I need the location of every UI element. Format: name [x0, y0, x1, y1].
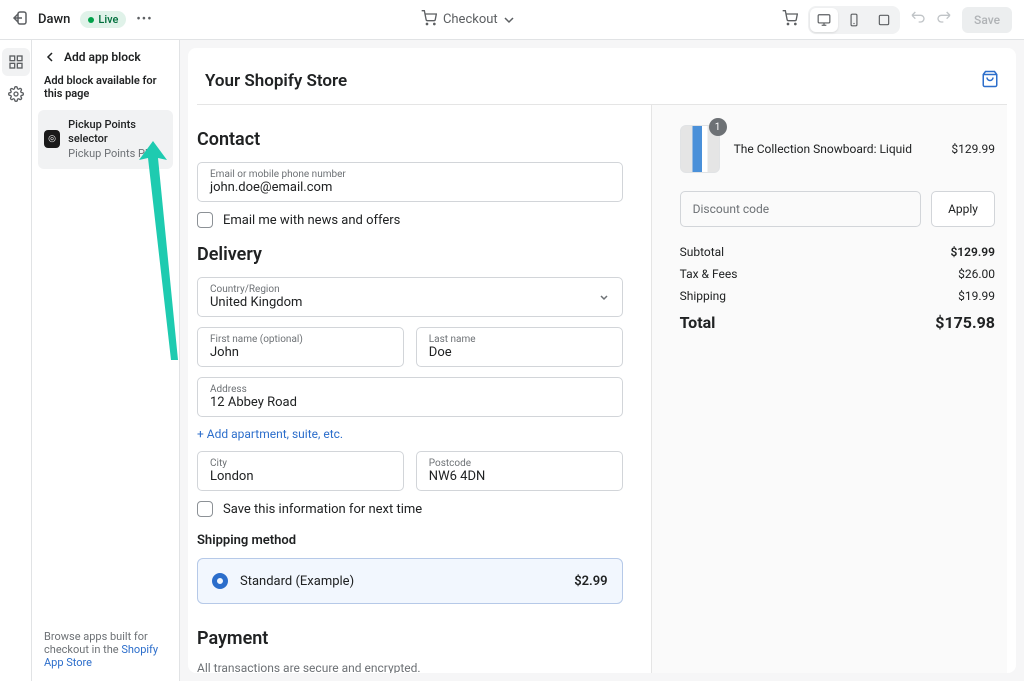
- add-apartment-link[interactable]: + Add apartment, suite, etc.: [197, 427, 343, 441]
- summary-row-subtotal: Subtotal $129.99: [680, 245, 995, 259]
- summary-row-total: Total $175.98: [680, 313, 995, 332]
- checkbox-icon: [197, 212, 213, 228]
- live-badge: Live: [80, 11, 126, 28]
- shipping-heading: Shipping method: [197, 533, 623, 548]
- store-name: Your Shopify Store: [205, 71, 347, 91]
- cart-item: 1 The Collection Snowboard: Liquid $129.…: [680, 125, 995, 173]
- undo-button[interactable]: [910, 10, 926, 30]
- contact-heading: Contact: [197, 129, 623, 150]
- shipping-option-standard[interactable]: Standard (Example) $2.99: [197, 558, 623, 604]
- page-selector-dropdown[interactable]: Checkout: [443, 12, 514, 27]
- chevron-down-icon: [504, 15, 514, 25]
- app-block-icon: ◎: [44, 130, 60, 148]
- settings-rail-button[interactable]: [2, 80, 30, 108]
- sidebar-subtitle: Add block available for this page: [32, 74, 179, 110]
- sidebar-footer: Browse apps built for checkout in the Sh…: [32, 618, 179, 681]
- device-preview-group: [808, 6, 900, 34]
- top-bar: Dawn Live ••• Checkout Save: [0, 0, 1024, 40]
- payment-heading: Payment: [197, 628, 623, 649]
- save-button[interactable]: Save: [962, 7, 1012, 33]
- save-info-checkbox[interactable]: Save this information for next time: [197, 501, 623, 517]
- chevron-down-icon: [598, 291, 610, 303]
- quantity-badge: 1: [709, 118, 727, 136]
- email-field[interactable]: Email or mobile phone number john.doe@em…: [197, 162, 623, 202]
- last-name-field[interactable]: Last name Doe: [416, 327, 623, 367]
- cart-icon[interactable]: [421, 10, 437, 30]
- sidebar-title: Add app block: [64, 50, 141, 64]
- fullscreen-preview-button[interactable]: [870, 8, 898, 32]
- more-menu-icon[interactable]: •••: [136, 12, 152, 27]
- summary-row-tax: Tax & Fees $26.00: [680, 267, 995, 281]
- sidebar-header: Add app block: [32, 40, 179, 74]
- shopping-bag-icon[interactable]: [981, 70, 999, 92]
- city-field[interactable]: City London: [197, 451, 404, 491]
- back-chevron-icon[interactable]: [44, 51, 56, 63]
- checkbox-icon: [197, 501, 213, 517]
- country-select[interactable]: Country/Region United Kingdom: [197, 277, 623, 317]
- redo-button[interactable]: [936, 10, 952, 30]
- preview-area: Your Shopify Store Contact Email or mobi…: [180, 40, 1024, 681]
- news-offers-checkbox[interactable]: Email me with news and offers: [197, 212, 623, 228]
- summary-row-shipping: Shipping $19.99: [680, 289, 995, 303]
- apply-discount-button[interactable]: Apply: [931, 191, 995, 227]
- theme-name: Dawn: [38, 12, 70, 27]
- cart-preview-icon[interactable]: [782, 10, 798, 30]
- exit-editor-icon[interactable]: [12, 10, 28, 30]
- discount-code-input[interactable]: Discount code: [680, 191, 921, 227]
- product-thumbnail: 1: [680, 125, 720, 173]
- mobile-preview-button[interactable]: [840, 8, 868, 32]
- app-block-title: Pickup Points selector: [68, 118, 136, 145]
- sidebar-panel: Add app block Add block available for th…: [32, 40, 180, 681]
- product-name: The Collection Snowboard: Liquid: [734, 142, 938, 156]
- left-rail: [0, 40, 32, 681]
- app-block-pickup-points[interactable]: ◎ Pickup Points selector Pickup Points P…: [38, 110, 173, 169]
- page-selector-label: Checkout: [443, 12, 498, 27]
- product-price: $129.99: [951, 142, 995, 156]
- delivery-heading: Delivery: [197, 244, 623, 265]
- app-block-subtitle: Pickup Points PRO: [68, 147, 159, 160]
- address-field[interactable]: Address 12 Abbey Road: [197, 377, 623, 417]
- order-summary: 1 The Collection Snowboard: Liquid $129.…: [651, 105, 1007, 673]
- desktop-preview-button[interactable]: [810, 8, 838, 32]
- sections-rail-button[interactable]: [2, 48, 30, 76]
- payment-note: All transactions are secure and encrypte…: [197, 661, 623, 673]
- postcode-field[interactable]: Postcode NW6 4DN: [416, 451, 623, 491]
- first-name-field[interactable]: First name (optional) John: [197, 327, 404, 367]
- radio-selected-icon: [212, 573, 228, 589]
